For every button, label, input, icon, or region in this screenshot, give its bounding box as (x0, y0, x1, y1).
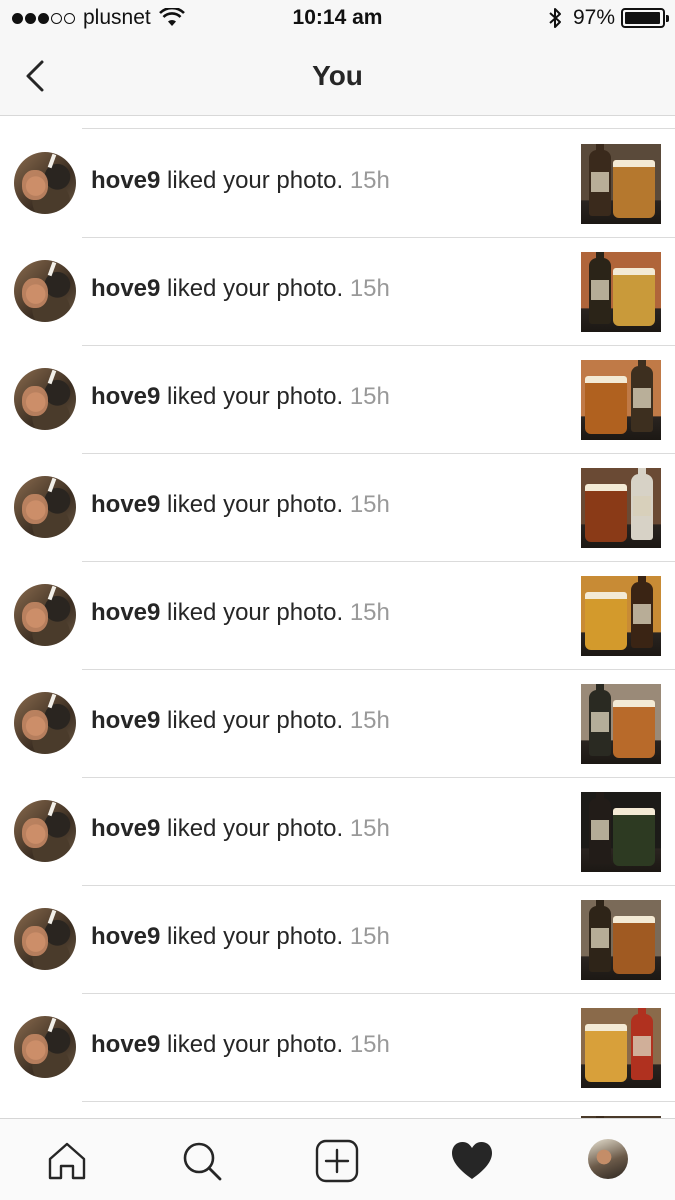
username-link[interactable]: hove9 (91, 599, 160, 626)
timestamp: 15h (349, 383, 390, 410)
action-text: liked your photo. (160, 167, 350, 194)
battery-icon (621, 8, 669, 28)
action-text: liked your photo. (160, 707, 350, 734)
status-bar: plusnet 10:14 am 97% (0, 0, 675, 36)
username-link[interactable]: hove9 (91, 491, 160, 518)
timestamp: 15h (349, 167, 390, 194)
photo-thumbnail[interactable] (581, 144, 661, 224)
page-title: You (312, 60, 363, 91)
notification-row[interactable]: hove9 liked your photo. 15h (0, 129, 675, 238)
photo-thumbnail[interactable] (581, 576, 661, 656)
username-link[interactable]: hove9 (91, 923, 160, 950)
photo-thumbnail[interactable] (581, 792, 661, 872)
timestamp: 15h (349, 815, 390, 842)
notification-text: hove9 liked your photo. 15h (91, 491, 390, 519)
notification-row[interactable]: hove9 liked your photo. 15h (0, 885, 675, 994)
notification-row[interactable]: hove9 liked your photo. 15h (0, 993, 675, 1102)
notification-text: hove9 liked your photo. 15h (91, 815, 390, 843)
action-text: liked your photo. (160, 383, 350, 410)
action-text: liked your photo. (160, 275, 350, 302)
notification-text: hove9 liked your photo. 15h (91, 167, 390, 195)
timestamp: 15h (349, 707, 390, 734)
photo-thumbnail[interactable] (581, 360, 661, 440)
user-avatar[interactable] (14, 368, 76, 430)
user-avatar[interactable] (14, 1016, 76, 1078)
action-text: liked your photo. (160, 491, 350, 518)
username-link[interactable]: hove9 (91, 815, 160, 842)
search-icon[interactable] (180, 1139, 224, 1183)
user-avatar[interactable] (14, 260, 76, 322)
username-link[interactable]: hove9 (91, 1031, 160, 1058)
action-text: liked your photo. (160, 599, 350, 626)
home-icon[interactable] (45, 1139, 89, 1183)
notification-row[interactable]: hove9 liked your photo. 15h (0, 669, 675, 778)
battery-area: 97% (547, 6, 669, 30)
notification-row[interactable]: hove9 liked your photo. 15h (0, 453, 675, 562)
user-avatar[interactable] (14, 800, 76, 862)
notification-row[interactable]: hove9 liked your photo. 15h (0, 777, 675, 886)
notification-text: hove9 liked your photo. 15h (91, 923, 390, 951)
timestamp: 15h (349, 1031, 390, 1058)
photo-thumbnail[interactable] (581, 252, 661, 332)
action-text: liked your photo. (160, 923, 350, 950)
notification-row[interactable]: hove9 liked your photo. 15h (0, 237, 675, 346)
action-text: liked your photo. (160, 815, 350, 842)
photo-thumbnail[interactable] (581, 900, 661, 980)
user-avatar[interactable] (14, 152, 76, 214)
user-avatar[interactable] (14, 476, 76, 538)
notification-text: hove9 liked your photo. 15h (91, 599, 390, 627)
activity-rows: hove9 liked your photo. 15h hove9 liked y… (0, 129, 675, 1118)
user-avatar[interactable] (14, 692, 76, 754)
add-post-icon[interactable] (315, 1139, 359, 1183)
user-avatar[interactable] (14, 584, 76, 646)
username-link[interactable]: hove9 (91, 275, 160, 302)
notification-text: hove9 liked your photo. 15h (91, 707, 390, 735)
action-text: liked your photo. (160, 1031, 350, 1058)
notification-row[interactable]: hove9 liked your photo. 15h (0, 561, 675, 670)
notification-text: hove9 liked your photo. 15h (91, 383, 390, 411)
nav-bar: You (0, 36, 675, 116)
battery-level (625, 12, 660, 24)
photo-thumbnail[interactable] (581, 684, 661, 764)
photo-thumbnail[interactable] (581, 468, 661, 548)
timestamp: 15h (349, 923, 390, 950)
battery-percent: 97% (572, 6, 615, 29)
profile-avatar[interactable] (588, 1139, 628, 1179)
bluetooth-icon (549, 8, 561, 28)
photo-thumbnail[interactable] (581, 1008, 661, 1088)
notification-row[interactable]: hove9 liked your photo. 15h (0, 345, 675, 454)
battery-cap (666, 15, 669, 22)
tab-bar (0, 1118, 675, 1200)
username-link[interactable]: hove9 (91, 167, 160, 194)
heart-icon[interactable] (450, 1139, 494, 1183)
timestamp: 15h (349, 275, 390, 302)
user-avatar[interactable] (14, 908, 76, 970)
notification-text: hove9 liked your photo. 15h (91, 275, 390, 303)
timestamp: 15h (349, 599, 390, 626)
timestamp: 15h (349, 491, 390, 518)
username-link[interactable]: hove9 (91, 383, 160, 410)
activity-list[interactable]: hove9 liked your photo. 15h hove9 liked y… (0, 128, 675, 1118)
username-link[interactable]: hove9 (91, 707, 160, 734)
notification-text: hove9 liked your photo. 15h (91, 1031, 390, 1059)
notification-row[interactable]: hove9 liked your photo. 15h (0, 1101, 675, 1118)
